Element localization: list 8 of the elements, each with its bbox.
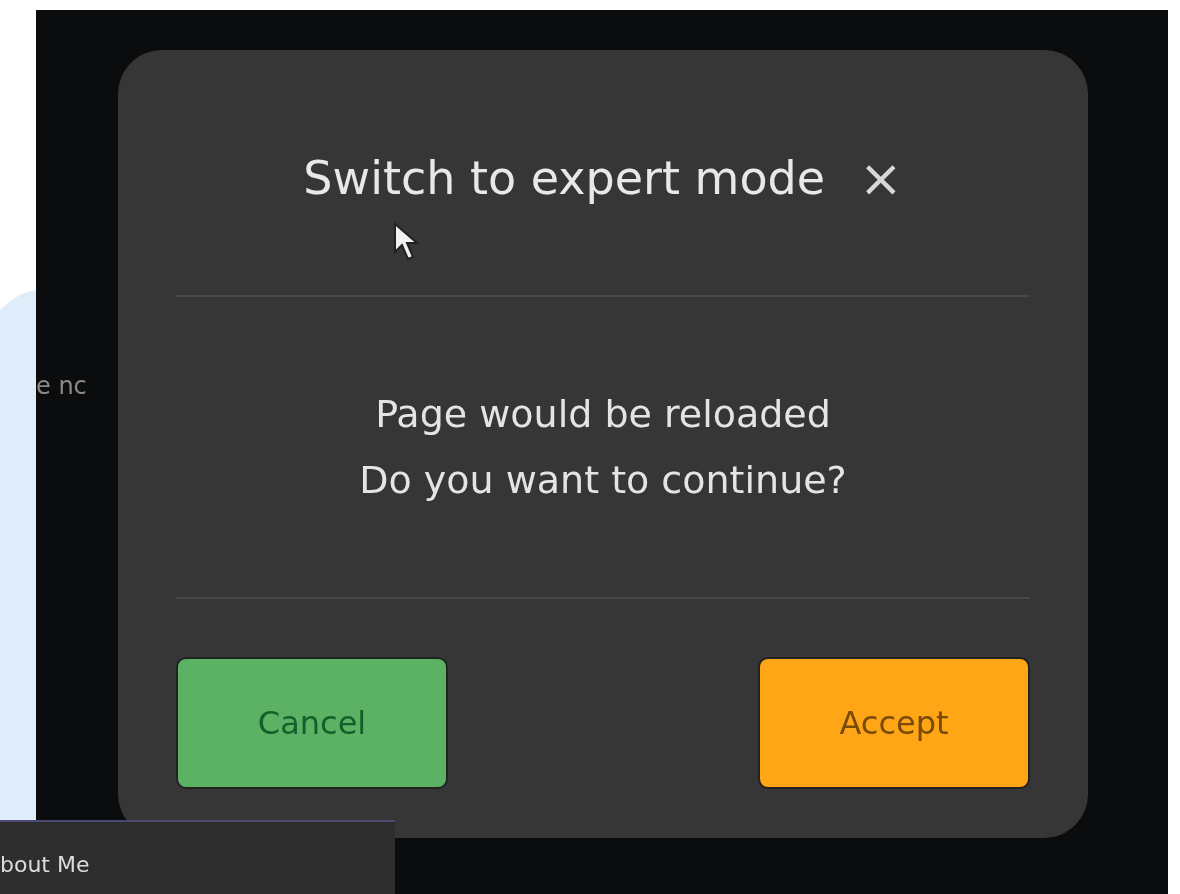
backdrop-text: e nc bbox=[36, 372, 87, 400]
footer-tab[interactable]: bout Me bbox=[0, 820, 395, 894]
dialog-message: Do you want to continue? bbox=[359, 458, 847, 502]
accept-button[interactable]: Accept bbox=[758, 657, 1030, 789]
dialog-message: Page would be reloaded bbox=[375, 392, 831, 436]
dialog-title: Switch to expert mode bbox=[303, 150, 826, 205]
cursor-icon bbox=[393, 222, 421, 262]
close-button[interactable]: × bbox=[859, 151, 903, 204]
